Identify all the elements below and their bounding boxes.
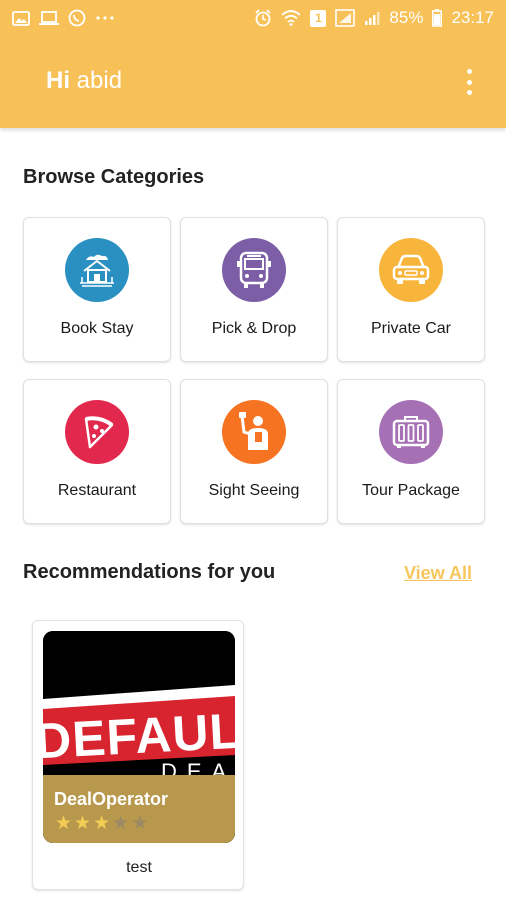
category-book-stay[interactable]: Book Stay (23, 217, 171, 362)
star-icon: ★ (93, 813, 111, 834)
status-bar: 1 85% 23:17 (0, 0, 506, 36)
star-icon: ★ (112, 813, 130, 834)
laptop-icon (39, 10, 59, 26)
category-label: Tour Package (362, 482, 460, 499)
clock: 23:17 (451, 8, 494, 27)
whatsapp-icon (68, 9, 86, 27)
star-icon: ★ (74, 813, 92, 834)
more-vert-icon[interactable] (462, 66, 476, 98)
category-label: Pick & Drop (211, 320, 297, 337)
battery-icon (432, 9, 443, 27)
status-right: 1 85% 23:17 (254, 8, 494, 28)
star-icon: ★ (55, 813, 73, 834)
status-left (12, 9, 115, 27)
category-private-car[interactable]: Private Car (337, 217, 485, 362)
signal-icon (335, 9, 356, 27)
user-name: abid (76, 67, 123, 94)
suitcase-icon (379, 400, 443, 464)
operator-name: DealOperator (54, 789, 169, 809)
recommendations-title: Recommendations for you (23, 561, 276, 583)
category-pick-drop[interactable]: Pick & Drop (180, 217, 328, 362)
wifi-icon (281, 10, 302, 26)
bus-icon (222, 238, 286, 302)
category-tour-package[interactable]: Tour Package (337, 379, 485, 524)
category-restaurant[interactable]: Restaurant (23, 379, 171, 524)
category-label: Book Stay (60, 320, 134, 337)
category-label: Restaurant (57, 482, 137, 499)
recommendation-card[interactable]: DEFAUL DEA DealOperator ★ ★ ★ ★ ★ test (32, 620, 244, 890)
greeting: Hi abid (46, 67, 122, 95)
category-label: Sight Seeing (208, 482, 300, 499)
star-icon: ★ (131, 813, 149, 834)
image-icon (12, 10, 30, 26)
badge-icon: 1 (310, 9, 327, 27)
recommendation-image[interactable]: DEFAUL DEA DealOperator ★ ★ ★ ★ ★ (43, 631, 235, 843)
house-icon (65, 238, 129, 302)
view-all-link[interactable]: View All (404, 563, 472, 584)
alarm-icon (254, 9, 272, 27)
pizza-icon (65, 400, 129, 464)
recommendation-title: test (126, 859, 152, 876)
category-label: Private Car (370, 320, 452, 337)
car-icon (379, 238, 443, 302)
signal-icon (364, 10, 380, 26)
category-grid: Book Stay Pick & Drop Private Car Restau… (23, 217, 485, 524)
greeting-prefix: Hi (46, 67, 70, 94)
category-sight-seeing[interactable]: Sight Seeing (180, 379, 328, 524)
app-bar: Hi abid (0, 36, 506, 128)
battery-percentage: 85% (389, 8, 424, 27)
browse-categories-title: Browse Categories (23, 166, 205, 188)
guide-icon (222, 400, 286, 464)
more-dots-icon (95, 15, 115, 21)
star-rating: ★ ★ ★ ★ ★ (55, 814, 148, 833)
